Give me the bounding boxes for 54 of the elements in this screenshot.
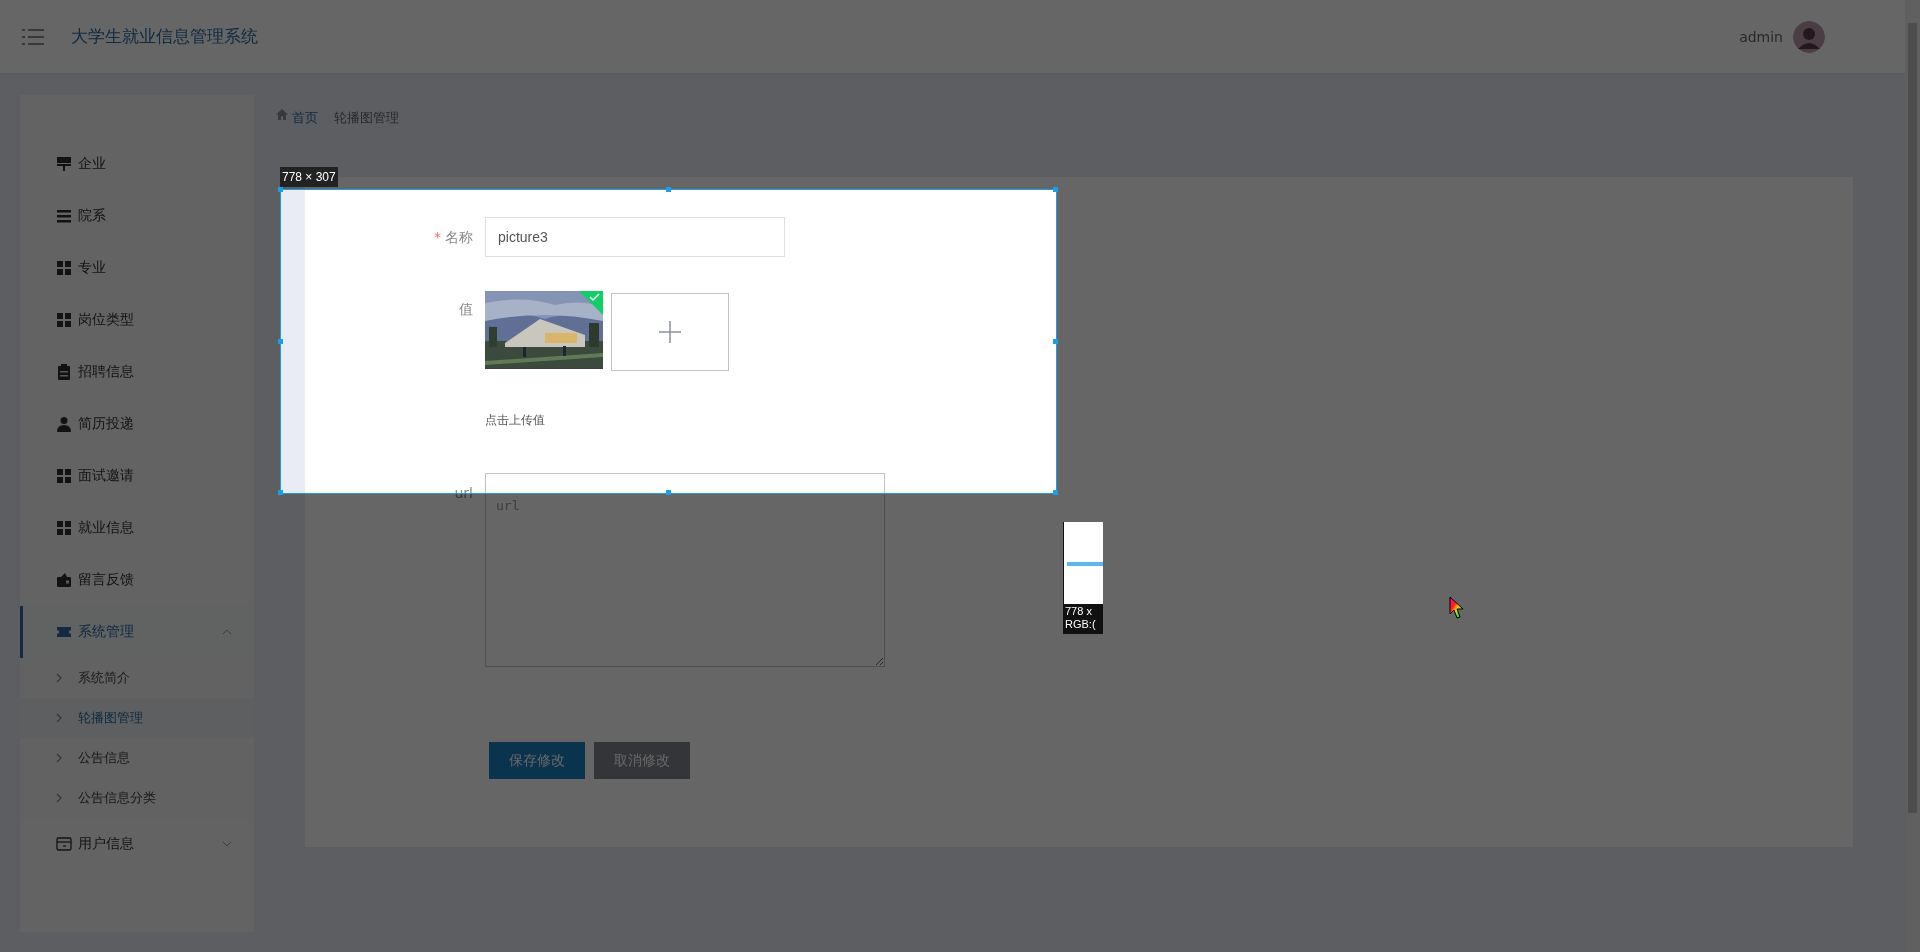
resize-handle[interactable]: [278, 490, 283, 495]
grid-icon: [56, 468, 72, 484]
plus-icon: [659, 321, 681, 343]
user-name[interactable]: admin: [1739, 28, 1783, 45]
chevron-icon: [56, 793, 62, 803]
ticket-icon: [56, 624, 72, 640]
magnifier-text: RGB:(: [1065, 618, 1097, 631]
submenu-item[interactable]: 公告信息分类: [20, 778, 254, 818]
resize-handle[interactable]: [1053, 338, 1058, 344]
chevron-icon: [56, 753, 62, 763]
upload-hint: 点击上传值: [485, 412, 545, 429]
sidebar-item[interactable]: 简历投递: [20, 398, 254, 450]
sidebar-item[interactable]: 专业: [20, 242, 254, 294]
sidebar-item[interactable]: 用户信息: [20, 818, 254, 870]
resize-handle[interactable]: [1053, 490, 1058, 495]
grid-icon: [56, 260, 72, 276]
sidebar-item[interactable]: 岗位类型: [20, 294, 254, 346]
card-icon: [56, 836, 72, 852]
flag-icon: [56, 156, 72, 172]
selection-size-label: 778 × 307: [280, 167, 338, 187]
wallet-icon: [56, 572, 72, 588]
save-button[interactable]: 保存修改: [489, 742, 585, 779]
resize-handle[interactable]: [278, 187, 283, 192]
menu-icon[interactable]: [22, 27, 44, 46]
breadcrumb-item[interactable]: 首页: [292, 109, 318, 127]
resize-handle[interactable]: [665, 187, 671, 192]
home-icon: [276, 109, 288, 120]
clipboard-icon: [56, 364, 72, 380]
sidebar-item[interactable]: 就业信息: [20, 502, 254, 554]
chevron-icon: [56, 673, 62, 683]
magnifier-text: 778 x: [1065, 605, 1093, 618]
sidebar-item[interactable]: 留言反馈: [20, 554, 254, 606]
list-icon: [56, 208, 72, 224]
submenu-item[interactable]: 公告信息: [20, 738, 254, 778]
cursor-icon: [1449, 596, 1465, 620]
grid-icon: [56, 312, 72, 328]
name-field[interactable]: picture3: [485, 217, 785, 257]
resize-handle[interactable]: [665, 490, 671, 495]
resize-handle[interactable]: [1053, 187, 1058, 192]
sidebar-item[interactable]: 招聘信息: [20, 346, 254, 398]
sidebar-item[interactable]: 院系: [20, 190, 254, 242]
app-title: 大学生就业信息管理系统: [71, 25, 258, 48]
submenu-item[interactable]: 系统简介: [20, 658, 254, 698]
person-icon: [56, 416, 72, 432]
field-label: * 名称: [433, 228, 474, 247]
sidebar-item[interactable]: 面试邀请: [20, 450, 254, 502]
chevron-icon: [56, 713, 62, 723]
field-label: 值: [458, 300, 474, 319]
upload-button[interactable]: [611, 293, 729, 371]
sidebar-item[interactable]: 企业: [20, 138, 254, 190]
avatar[interactable]: [1793, 20, 1825, 53]
submenu-item[interactable]: 轮播图管理: [20, 698, 254, 738]
resize-handle[interactable]: [278, 338, 283, 344]
grid-icon: [56, 520, 72, 536]
